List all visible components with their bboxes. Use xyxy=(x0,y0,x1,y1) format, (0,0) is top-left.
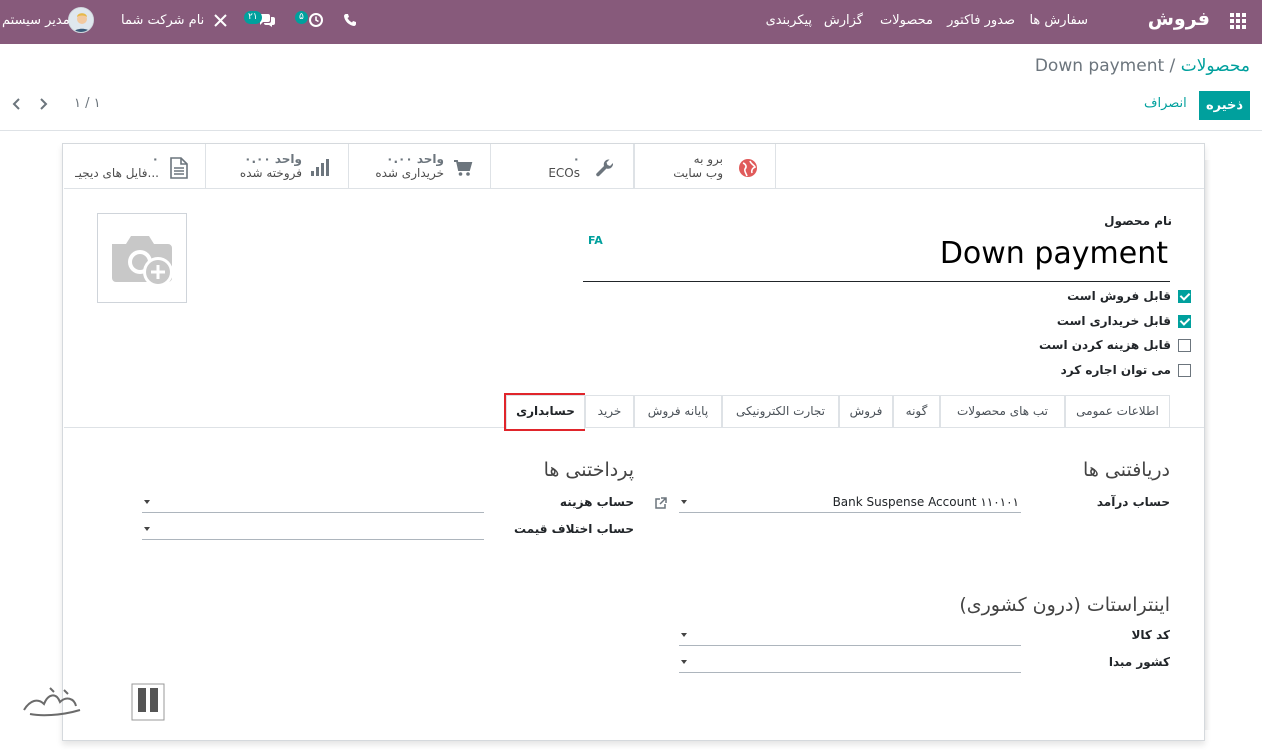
breadcrumb-parent[interactable]: محصولات xyxy=(1181,56,1250,76)
can-be-purchased-row[interactable]: قابل خریداری است xyxy=(1056,314,1191,330)
wrench-icon xyxy=(596,159,614,177)
menu-invoicing[interactable]: صدور فاکتور xyxy=(947,0,1015,44)
origin-country-field[interactable] xyxy=(679,655,1021,673)
can-be-sold-checkbox[interactable] xyxy=(1178,290,1191,303)
user-avatar[interactable] xyxy=(68,7,94,33)
ecos-button[interactable]: ۰ ECOs xyxy=(491,144,634,188)
dropdown-caret-icon[interactable] xyxy=(681,500,687,504)
go-to-website-button[interactable]: برو به وب سایت xyxy=(634,144,776,188)
company-switcher[interactable]: نام شرکت شما xyxy=(121,0,204,44)
dropdown-caret-icon[interactable] xyxy=(681,660,687,664)
app-brand[interactable]: فروش xyxy=(1148,8,1210,30)
can-be-expensed-checkbox[interactable] xyxy=(1178,339,1191,352)
chevron-left-icon[interactable] xyxy=(10,95,24,113)
tabs-underline xyxy=(64,427,1204,428)
pager-value[interactable]: ۱ / ۱ xyxy=(74,96,101,111)
commodity-code-label: کد کالا xyxy=(1131,628,1170,642)
breadcrumb-separator: / xyxy=(1164,56,1181,76)
income-account-value: Bank Suspense Account ۱۱۰۱۰۱ xyxy=(832,495,1019,509)
expense-account-label: حساب هزینه xyxy=(559,495,634,509)
can-be-rented-row[interactable]: می توان اجاره کرد xyxy=(1060,363,1191,379)
breadcrumb: محصولات / Down payment xyxy=(1035,56,1250,76)
product-name-field[interactable]: Down payment xyxy=(583,234,1170,282)
price-difference-label: حساب اختلاف قیمت xyxy=(514,522,634,536)
messages-badge: ۲۱ xyxy=(244,11,262,24)
can-be-purchased-label: قابل خریداری است xyxy=(1056,314,1171,328)
product-name-label: نام محصول xyxy=(1104,214,1172,228)
income-account-field[interactable]: Bank Suspense Account ۱۱۰۱۰۱ xyxy=(679,495,1021,513)
dropdown-caret-icon[interactable] xyxy=(144,527,150,531)
sold-button[interactable]: ۰.۰۰ واحد فروخته شده xyxy=(206,144,349,188)
tab-ecommerce[interactable]: تجارت الکترونیکی xyxy=(722,395,839,428)
activity-badge: ۵ xyxy=(295,11,308,24)
can-be-purchased-checkbox[interactable] xyxy=(1178,315,1191,328)
can-be-sold-label: قابل فروش است xyxy=(1067,289,1171,303)
tab-product-tabs[interactable]: تب های محصولات xyxy=(940,395,1065,428)
tab-point-of-sale[interactable]: پایانه فروش xyxy=(634,395,722,428)
top-navbar: فروش سفارش ها صدور فاکتور محصولات گزارش … xyxy=(0,0,1262,44)
dropdown-caret-icon[interactable] xyxy=(681,633,687,637)
cart-icon xyxy=(454,160,473,176)
digital-files-button[interactable]: ۰ فایل های دیجیـ... xyxy=(64,144,206,188)
chevron-right-icon[interactable] xyxy=(36,95,50,113)
bar-chart-icon xyxy=(311,159,329,176)
purchased-button[interactable]: ۰.۰۰ واحد خریداری شده xyxy=(349,144,491,188)
debug-tools-icon[interactable] xyxy=(214,14,227,27)
intrastat-title: اینتراستات (درون کشوری) xyxy=(959,594,1170,616)
commodity-code-field[interactable] xyxy=(679,628,1021,646)
user-menu[interactable]: مدیر سیستم xyxy=(2,0,70,44)
form-sheet xyxy=(62,143,1205,741)
smart-button-line2: وب سایت xyxy=(673,166,723,180)
menu-orders[interactable]: سفارش ها xyxy=(1029,0,1088,44)
save-button[interactable]: ذخیره xyxy=(1199,91,1250,120)
menu-reporting[interactable]: گزارش xyxy=(824,0,863,44)
can-be-sold-row[interactable]: قابل فروش است xyxy=(1067,289,1191,305)
globe-icon xyxy=(739,159,757,177)
menu-configuration[interactable]: پیکربندی xyxy=(766,0,812,44)
tab-variants[interactable]: گونه xyxy=(893,395,940,428)
smart-button-box: برو به وب سایت ۰ ECOs ۰.۰۰ واحد خریداری … xyxy=(64,144,1204,189)
tab-general-information[interactable]: اطلاعات عمومی xyxy=(1065,395,1170,428)
smart-button-line2: فایل های دیجیـ... xyxy=(75,166,159,180)
product-image-upload[interactable] xyxy=(97,213,187,303)
watermark-logo xyxy=(23,683,165,721)
smart-button-line1: ۰ xyxy=(572,152,580,166)
smart-button-line1: ۰.۰۰ واحد xyxy=(244,152,302,166)
camera-plus-icon xyxy=(112,236,173,287)
phone-icon[interactable] xyxy=(343,13,357,27)
payables-title: پرداختنی ها xyxy=(543,459,634,481)
tab-accounting[interactable]: حسابداری xyxy=(506,395,585,429)
income-account-label: حساب درآمد xyxy=(1096,495,1170,509)
translate-button[interactable]: FA xyxy=(588,234,603,247)
can-be-expensed-label: قابل هزینه کردن است xyxy=(1038,338,1171,352)
smart-button-line2: خریداری شده xyxy=(375,166,444,180)
smart-button-line1: برو به xyxy=(693,152,723,166)
clock-icon[interactable] xyxy=(308,12,324,28)
smart-button-line2: ECOs xyxy=(548,166,580,180)
dropdown-caret-icon[interactable] xyxy=(144,500,150,504)
external-link-icon[interactable] xyxy=(654,497,667,510)
menu-products[interactable]: محصولات xyxy=(880,0,933,44)
smart-button-line1: ۰.۰۰ واحد xyxy=(386,152,444,166)
discard-button[interactable]: انصراف xyxy=(1144,96,1187,111)
expense-account-field[interactable] xyxy=(142,495,484,513)
can-be-rented-checkbox[interactable] xyxy=(1178,364,1191,377)
apps-grid-icon[interactable] xyxy=(1230,13,1248,31)
can-be-expensed-row[interactable]: قابل هزینه کردن است xyxy=(1038,338,1191,354)
origin-country-label: کشور مبدا xyxy=(1108,655,1170,669)
document-icon xyxy=(170,157,188,179)
tab-purchase[interactable]: خرید xyxy=(585,395,634,428)
control-panel-divider xyxy=(0,130,1262,131)
breadcrumb-current: Down payment xyxy=(1034,56,1165,76)
price-difference-field[interactable] xyxy=(142,522,484,540)
sheet-shadow xyxy=(1205,160,1211,730)
smart-button-line1: ۰ xyxy=(151,152,159,166)
tab-sales[interactable]: فروش xyxy=(839,395,893,428)
smart-button-line2: فروخته شده xyxy=(239,166,302,180)
receivables-title: دریافتنی ها xyxy=(1083,459,1170,481)
can-be-rented-label: می توان اجاره کرد xyxy=(1060,363,1171,377)
